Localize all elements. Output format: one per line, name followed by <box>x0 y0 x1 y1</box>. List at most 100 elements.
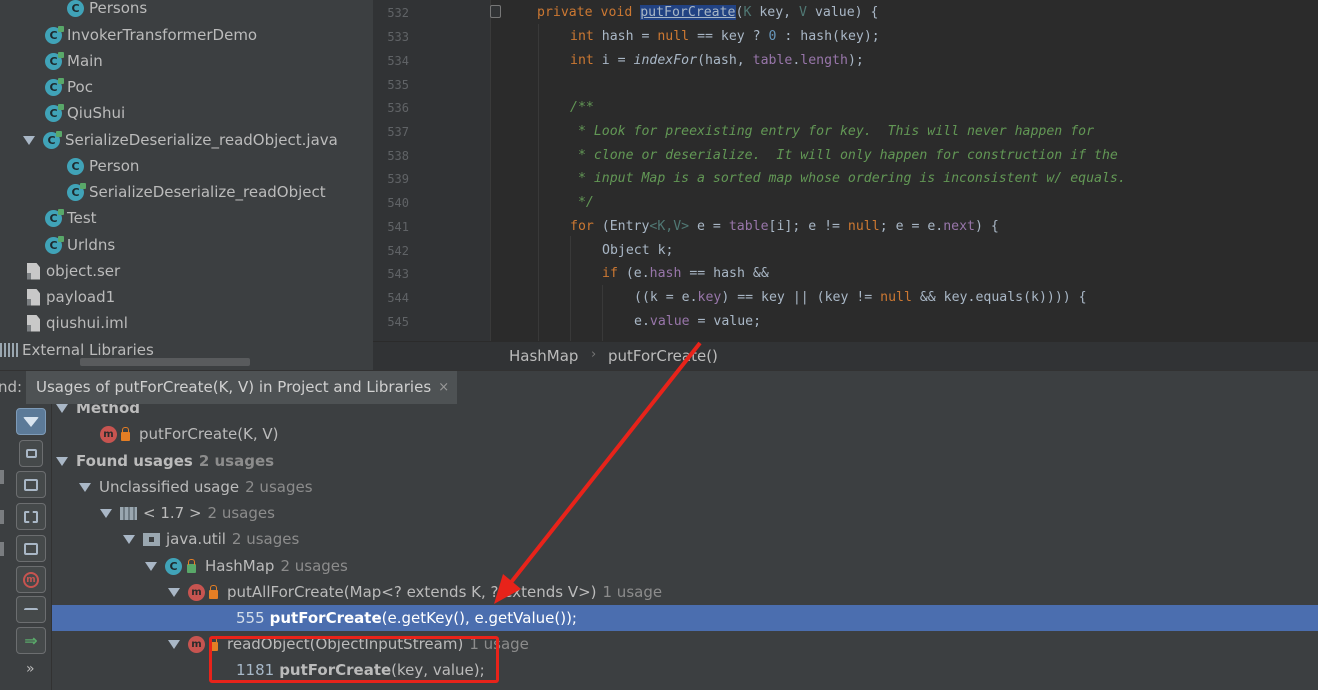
close-icon[interactable]: × <box>438 380 449 395</box>
filter-button[interactable] <box>16 408 46 435</box>
group-by-module-button[interactable] <box>16 471 46 498</box>
usage-group-jdk[interactable]: < 1.7 > 2 usages <box>52 500 1318 526</box>
more-actions-icon[interactable]: » <box>26 661 35 677</box>
tree-item-qiushui[interactable]: C QiuShui <box>45 100 125 126</box>
tree-item-test[interactable]: C Test <box>45 205 97 231</box>
code-token: null <box>657 29 690 44</box>
code-editor[interactable]: 532 533 534 535 536 537 538 539 540 541 … <box>373 0 1318 341</box>
tree-item-poc[interactable]: C Poc <box>45 74 93 100</box>
expand-arrow-icon[interactable] <box>168 587 180 597</box>
usage-line-number: 555 <box>236 609 265 627</box>
line-number: 536 <box>387 101 409 115</box>
code-token: i = <box>593 53 634 68</box>
tree-item-object-ser[interactable]: object.ser <box>23 258 120 284</box>
code-line-538: * clone or deserialize. It will only hap… <box>570 148 1118 163</box>
group-label: < 1.7 > <box>143 504 202 522</box>
highlighted-method-name[interactable]: putForCreate <box>640 5 736 20</box>
expand-arrow-icon[interactable] <box>123 534 135 544</box>
tree-item-main[interactable]: C Main <box>45 48 103 74</box>
tree-item-serializedeserialize-java[interactable]: C SerializeDeserialize_readObject.java <box>23 127 338 153</box>
usage-code: (key, value); <box>391 661 485 679</box>
line-number: 541 <box>387 220 409 234</box>
usage-count: 1 usage <box>602 583 663 601</box>
class-icon: C <box>165 557 182 575</box>
code-token: hash <box>649 266 682 281</box>
tree-item-serializedeserialize-class[interactable]: C SerializeDeserialize_readObject <box>67 179 326 205</box>
tab-usages[interactable]: Usages of putForCreate(K, V) in Project … <box>26 371 458 405</box>
find-toolbar: m ⇒ <box>0 404 52 690</box>
line-number: 539 <box>387 172 409 186</box>
fold-marker-icon[interactable] <box>490 5 501 18</box>
usage-count: 2 usages <box>207 504 275 522</box>
code-line-541: for (Entry<K,V> e = table[i]; e != null;… <box>570 215 999 239</box>
breadcrumb-item-class[interactable]: HashMap <box>509 347 578 365</box>
method-icon: m <box>188 583 205 601</box>
tree-item-urldns[interactable]: C Urldns <box>45 232 115 258</box>
usage-group-package[interactable]: java.util 2 usages <box>52 526 1318 552</box>
code-token: ((k = e. <box>634 290 698 305</box>
runnable-class-icon: C <box>45 235 64 254</box>
file-icon <box>27 288 40 306</box>
collapse-all-button[interactable] <box>16 596 46 623</box>
file-icon <box>27 314 40 332</box>
code-token: (Entry <box>593 219 650 234</box>
code-line-542: Object k; <box>602 243 674 258</box>
tree-item-label: payload1 <box>46 288 116 306</box>
group-label: Method <box>76 404 140 417</box>
usage-group-found[interactable]: Found usages 2 usages <box>52 448 1318 474</box>
group-by-package-button[interactable] <box>16 503 46 530</box>
usage-tree[interactable]: Method m putForCreate(K, V) Found usages… <box>52 404 1318 690</box>
code-token: V <box>799 5 807 20</box>
expand-arrow-icon[interactable] <box>100 508 112 518</box>
usage-target-method[interactable]: m putForCreate(K, V) <box>52 421 1318 447</box>
runnable-class-icon: C <box>45 77 64 96</box>
tree-item-qiushui-iml[interactable]: qiushui.iml <box>23 310 128 336</box>
filter-icon <box>23 416 39 427</box>
line-number: 534 <box>387 54 409 68</box>
code-line-544: ((k = e.key) == key || (key != null && k… <box>634 286 1087 310</box>
navigate-to-usage-button[interactable]: ⇒ <box>16 627 46 654</box>
tree-item-persons[interactable]: C Persons <box>67 0 147 21</box>
tree-item-invokertransformerdemo[interactable]: C InvokerTransformerDemo <box>45 22 257 48</box>
group-by-usage-type-button[interactable] <box>19 440 43 467</box>
code-token: for <box>570 219 594 234</box>
breadcrumb-item-method[interactable]: putForCreate() <box>608 347 718 365</box>
tree-item-label: Poc <box>67 78 93 96</box>
tree-item-person[interactable]: C Person <box>67 153 139 179</box>
usage-line-number: 1181 <box>236 661 275 679</box>
group-label: java.util <box>166 530 226 548</box>
usage-count: 1 usage <box>469 635 529 653</box>
group-label: Found usages <box>76 452 193 470</box>
expand-arrow-icon[interactable] <box>56 456 68 466</box>
line-number: 542 <box>387 244 409 258</box>
usage-match: putForCreate <box>279 661 392 679</box>
usage-group-class[interactable]: C HashMap 2 usages <box>52 553 1318 579</box>
line-number: 535 <box>387 78 409 92</box>
code-token: ; e = e. <box>879 219 944 234</box>
code-line-537: * Look for preexisting entry for key. Th… <box>570 124 1095 139</box>
collapse-icon <box>24 607 38 612</box>
usage-group-method-putallforcreate[interactable]: m putAllForCreate(Map<? extends K, ? ext… <box>52 579 1318 605</box>
lock-icon <box>209 584 218 599</box>
merge-usages-button[interactable]: m <box>16 566 46 593</box>
usage-count: 2 usages <box>280 557 348 575</box>
usage-group-method[interactable]: Method <box>52 404 1318 421</box>
expand-arrow-icon[interactable] <box>168 639 180 649</box>
usage-line-555[interactable]: 555 putForCreate (e.getKey(), e.getValue… <box>52 605 1318 631</box>
horizontal-scrollbar[interactable] <box>80 358 250 366</box>
method-icon: m <box>188 635 205 653</box>
expand-arrow-icon[interactable] <box>145 561 157 571</box>
expand-arrow-icon[interactable] <box>56 404 68 413</box>
code-line-534: int i = indexFor(hash, table.length); <box>570 49 864 73</box>
tree-item-label: Test <box>67 209 97 227</box>
line-number: 544 <box>387 291 409 305</box>
tree-item-payload1[interactable]: payload1 <box>23 284 115 310</box>
usage-group-unclassified[interactable]: Unclassified usage 2 usages <box>52 474 1318 500</box>
expand-arrow-icon[interactable] <box>23 135 35 145</box>
expand-arrow-icon[interactable] <box>79 482 91 492</box>
usage-line-1181[interactable]: 1181 putForCreate (key, value); <box>52 657 1318 683</box>
usage-group-method-readobject[interactable]: m readObject(ObjectInputStream) 1 usage <box>52 631 1318 657</box>
indent-guide <box>570 236 571 341</box>
group-by-file-structure-button[interactable] <box>16 535 46 562</box>
side-marker <box>0 470 4 484</box>
